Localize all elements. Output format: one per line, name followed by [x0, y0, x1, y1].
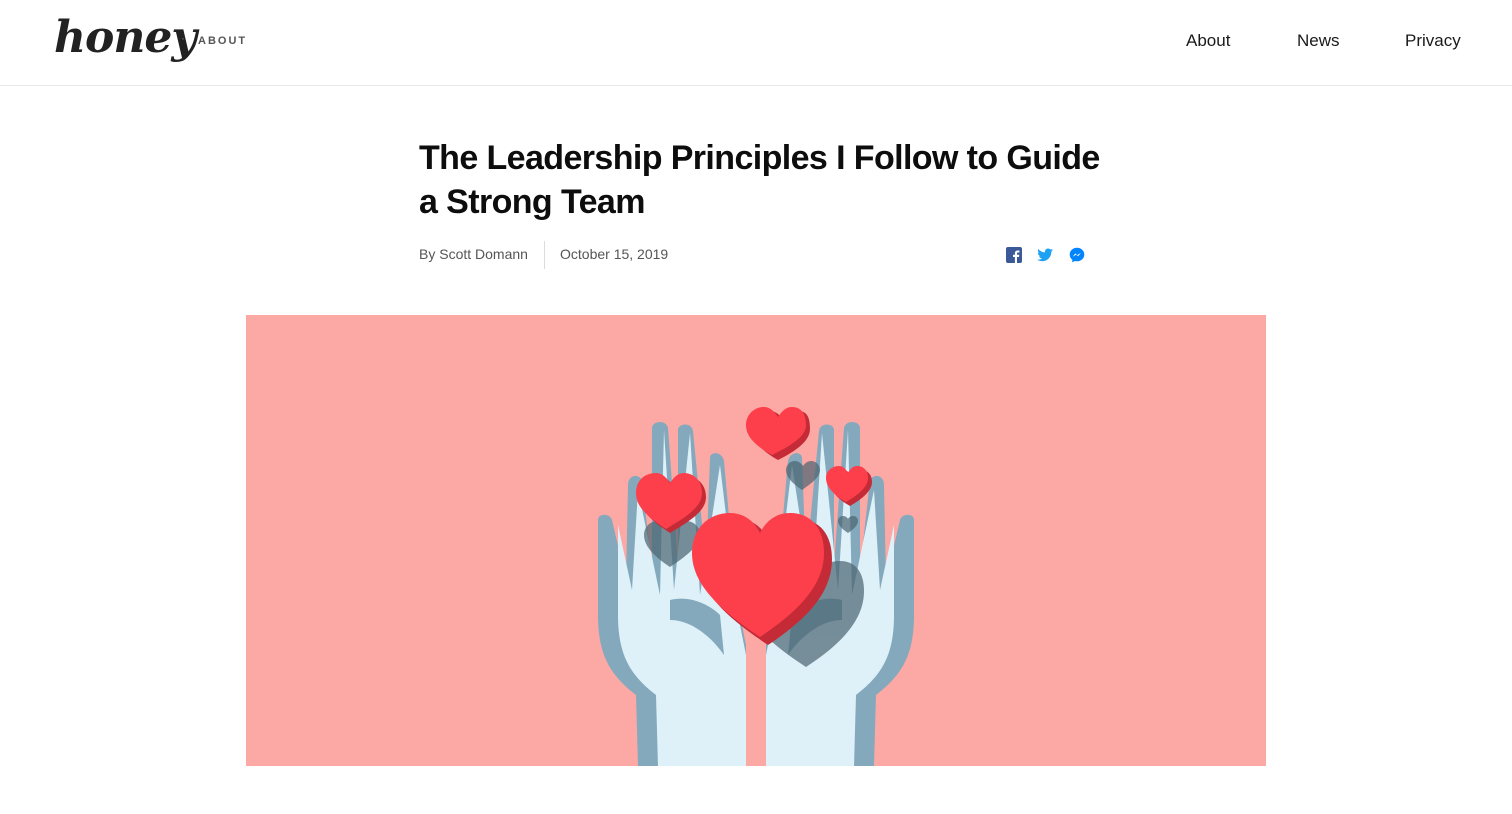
messenger-icon[interactable]: [1069, 247, 1085, 263]
facebook-icon[interactable]: [1006, 247, 1022, 263]
logo-section-label: ABOUT: [198, 35, 248, 47]
article-byline: By Scott Domann: [419, 246, 528, 262]
article-title: The Leadership Principles I Follow to Gu…: [419, 139, 1100, 221]
hero-image: [246, 315, 1266, 766]
logo-separator: ·: [181, 31, 185, 45]
nav-link-about[interactable]: About: [1186, 31, 1230, 51]
twitter-icon[interactable]: [1037, 247, 1053, 263]
meta-divider: [544, 241, 545, 269]
nav-link-news[interactable]: News: [1297, 31, 1340, 51]
nav-link-privacy[interactable]: Privacy: [1405, 31, 1461, 51]
site-header: honey · ABOUT About News Privacy: [0, 0, 1512, 86]
article-date: October 15, 2019: [560, 246, 669, 262]
honey-logo[interactable]: honey: [54, 8, 197, 68]
